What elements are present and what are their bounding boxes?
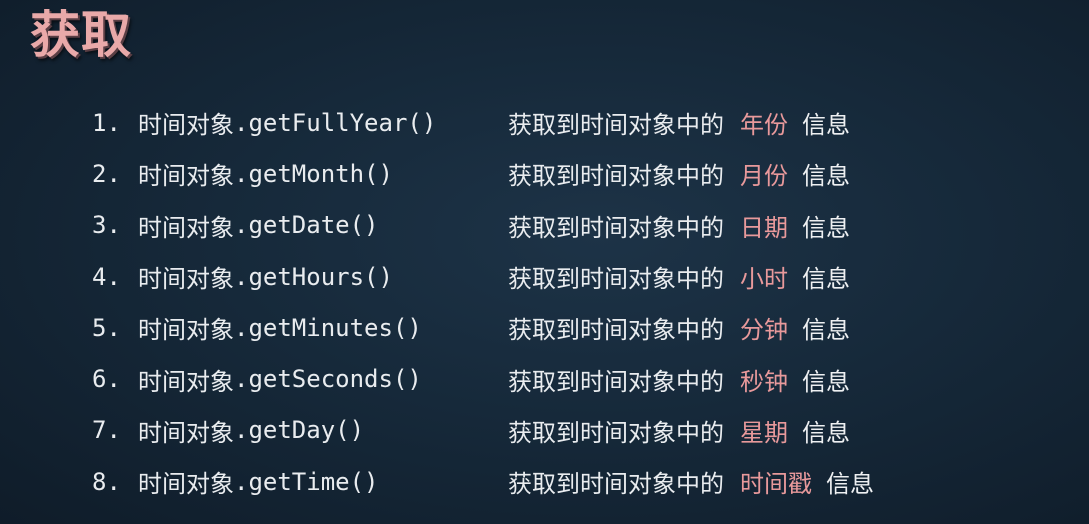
description-prefix: 获取到时间对象中的	[508, 265, 724, 294]
method-row-getseconds: 6. 时间对象 .getSeconds() 获取到时间对象中的 秒钟 信息	[92, 353, 1052, 404]
method-name: .getMonth()	[234, 159, 393, 188]
row-number: 3.	[92, 211, 121, 240]
highlight-term: 时间戳	[740, 470, 812, 499]
object-name: 时间对象	[138, 470, 234, 499]
method-name: .getHours()	[234, 262, 393, 291]
highlight-term: 分钟	[740, 316, 788, 345]
object-name: 时间对象	[138, 265, 234, 294]
method-signature: 时间对象 .getMinutes()	[138, 310, 508, 345]
object-name: 时间对象	[138, 213, 234, 242]
method-description: 获取到时间对象中的 时间戳 信息	[508, 464, 874, 499]
method-row-gettime: 8. 时间对象 .getTime() 获取到时间对象中的 时间戳 信息	[92, 456, 1052, 507]
method-row-getdate: 3. 时间对象 .getDate() 获取到时间对象中的 日期 信息	[92, 200, 1052, 251]
method-description: 获取到时间对象中的 月份 信息	[508, 156, 850, 191]
method-signature: 时间对象 .getDay()	[138, 413, 508, 448]
row-number: 4.	[92, 262, 121, 291]
highlight-term: 日期	[740, 213, 788, 242]
method-description: 获取到时间对象中的 日期 信息	[508, 208, 850, 243]
method-name: .getSeconds()	[234, 365, 422, 394]
slide-title: 获取	[30, 6, 132, 64]
method-name: .getTime()	[234, 467, 379, 496]
row-number: 6.	[92, 365, 121, 394]
method-signature: 时间对象 .getHours()	[138, 259, 508, 294]
object-name: 时间对象	[138, 367, 234, 396]
method-signature: 时间对象 .getMonth()	[138, 156, 508, 191]
description-suffix: 信息	[802, 265, 850, 294]
description-prefix: 获取到时间对象中的	[508, 418, 724, 447]
highlight-term: 秒钟	[740, 367, 788, 396]
method-name: .getFullYear()	[234, 108, 437, 137]
method-row-getmonth: 2. 时间对象 .getMonth() 获取到时间对象中的 月份 信息	[92, 148, 1052, 199]
description-prefix: 获取到时间对象中的	[508, 367, 724, 396]
highlight-term: 星期	[740, 418, 788, 447]
description-suffix: 信息	[802, 111, 850, 140]
method-row-getfullyear: 1. 时间对象 .getFullYear() 获取到时间对象中的 年份 信息	[92, 97, 1052, 148]
description-prefix: 获取到时间对象中的	[508, 470, 724, 499]
description-prefix: 获取到时间对象中的	[508, 213, 724, 242]
description-suffix: 信息	[802, 418, 850, 447]
method-signature: 时间对象 .getTime()	[138, 464, 508, 499]
method-description: 获取到时间对象中的 秒钟 信息	[508, 362, 850, 397]
method-description: 获取到时间对象中的 年份 信息	[508, 105, 850, 140]
method-description: 获取到时间对象中的 分钟 信息	[508, 310, 850, 345]
highlight-term: 年份	[740, 111, 788, 140]
description-suffix: 信息	[802, 213, 850, 242]
row-number: 7.	[92, 416, 121, 445]
object-name: 时间对象	[138, 111, 234, 140]
object-name: 时间对象	[138, 316, 234, 345]
description-prefix: 获取到时间对象中的	[508, 111, 724, 140]
highlight-term: 月份	[740, 162, 788, 191]
method-description: 获取到时间对象中的 小时 信息	[508, 259, 850, 294]
object-name: 时间对象	[138, 162, 234, 191]
method-description: 获取到时间对象中的 星期 信息	[508, 413, 850, 448]
method-row-getday: 7. 时间对象 .getDay() 获取到时间对象中的 星期 信息	[92, 405, 1052, 456]
method-name: .getDate()	[234, 211, 379, 240]
description-suffix: 信息	[802, 162, 850, 191]
row-number: 5.	[92, 313, 121, 342]
description-suffix: 信息	[826, 470, 874, 499]
description-suffix: 信息	[802, 367, 850, 396]
object-name: 时间对象	[138, 418, 234, 447]
description-suffix: 信息	[802, 316, 850, 345]
description-prefix: 获取到时间对象中的	[508, 316, 724, 345]
row-number: 1.	[92, 108, 121, 137]
method-name: .getDay()	[234, 416, 365, 445]
method-list: 1. 时间对象 .getFullYear() 获取到时间对象中的 年份 信息 2.…	[92, 97, 1052, 507]
row-number: 2.	[92, 159, 121, 188]
highlight-term: 小时	[740, 265, 788, 294]
method-row-getminutes: 5. 时间对象 .getMinutes() 获取到时间对象中的 分钟 信息	[92, 302, 1052, 353]
method-signature: 时间对象 .getFullYear()	[138, 105, 508, 140]
description-prefix: 获取到时间对象中的	[508, 162, 724, 191]
row-number: 8.	[92, 467, 121, 496]
method-signature: 时间对象 .getDate()	[138, 208, 508, 243]
method-name: .getMinutes()	[234, 313, 422, 342]
method-row-gethours: 4. 时间对象 .getHours() 获取到时间对象中的 小时 信息	[92, 251, 1052, 302]
method-signature: 时间对象 .getSeconds()	[138, 362, 508, 397]
